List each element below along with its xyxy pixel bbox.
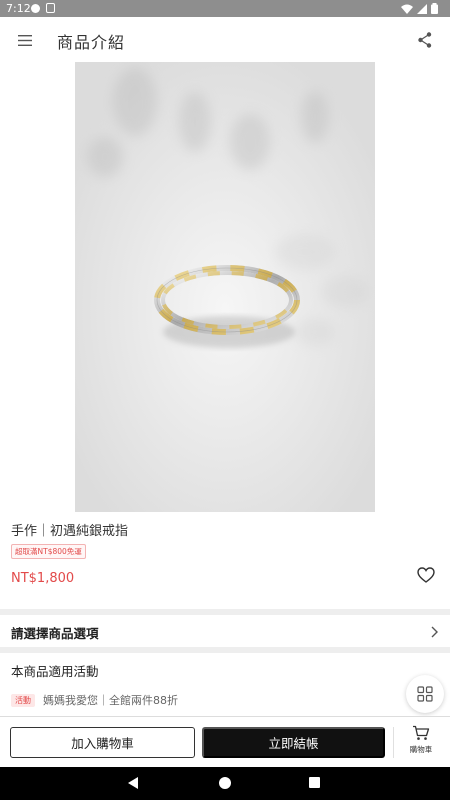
add-to-cart-button[interactable]: 加入購物車	[10, 727, 195, 758]
notification-dot-icon	[31, 4, 40, 13]
promotion-item[interactable]: 活動 媽媽我愛您｜全館兩件88折	[11, 692, 178, 708]
hamburger-menu-icon[interactable]	[14, 29, 36, 51]
app-bar: 商品介紹	[0, 17, 450, 62]
shipping-badge: 超取滿NT$800免運	[11, 544, 86, 559]
status-icons	[401, 3, 438, 14]
system-navigation-bar	[0, 767, 450, 800]
promotion-tag: 活動	[11, 693, 35, 707]
wifi-icon	[401, 4, 413, 14]
product-price: NT$1,800	[11, 571, 75, 586]
shopping-cart-icon	[413, 725, 430, 740]
recent-apps-icon[interactable]	[309, 777, 320, 788]
home-icon[interactable]	[219, 777, 231, 789]
bottom-action-bar: 加入購物車 立即結帳 購物車	[0, 716, 450, 767]
checkout-button[interactable]: 立即結帳	[202, 727, 385, 758]
cart-label: 購物車	[409, 745, 433, 754]
share-icon[interactable]	[414, 29, 436, 51]
back-icon[interactable]	[127, 776, 139, 790]
product-options-selector[interactable]: 請選擇商品選項	[0, 615, 450, 647]
options-label: 請選擇商品選項	[11, 626, 99, 641]
promotion-text: 媽媽我愛您｜全館兩件88折	[43, 694, 178, 707]
promotions-heading: 本商品適用活動	[11, 664, 99, 679]
chevron-right-icon	[428, 624, 440, 638]
page-title: 商品介紹	[57, 33, 126, 52]
section-divider	[0, 647, 450, 653]
ring-photo	[75, 62, 375, 512]
notification-square-icon	[46, 3, 55, 13]
cart-button[interactable]: 購物車	[400, 725, 442, 763]
cart-divider	[393, 727, 394, 758]
wishlist-heart-icon[interactable]	[416, 565, 436, 585]
battery-icon	[431, 3, 438, 14]
product-name: 手作｜初遇純銀戒指	[11, 524, 129, 539]
product-image[interactable]	[75, 62, 375, 512]
signal-icon	[417, 3, 427, 14]
status-bar: 7:12	[0, 0, 450, 17]
grid-menu-icon[interactable]	[406, 675, 444, 713]
status-time: 7:12	[6, 2, 31, 15]
